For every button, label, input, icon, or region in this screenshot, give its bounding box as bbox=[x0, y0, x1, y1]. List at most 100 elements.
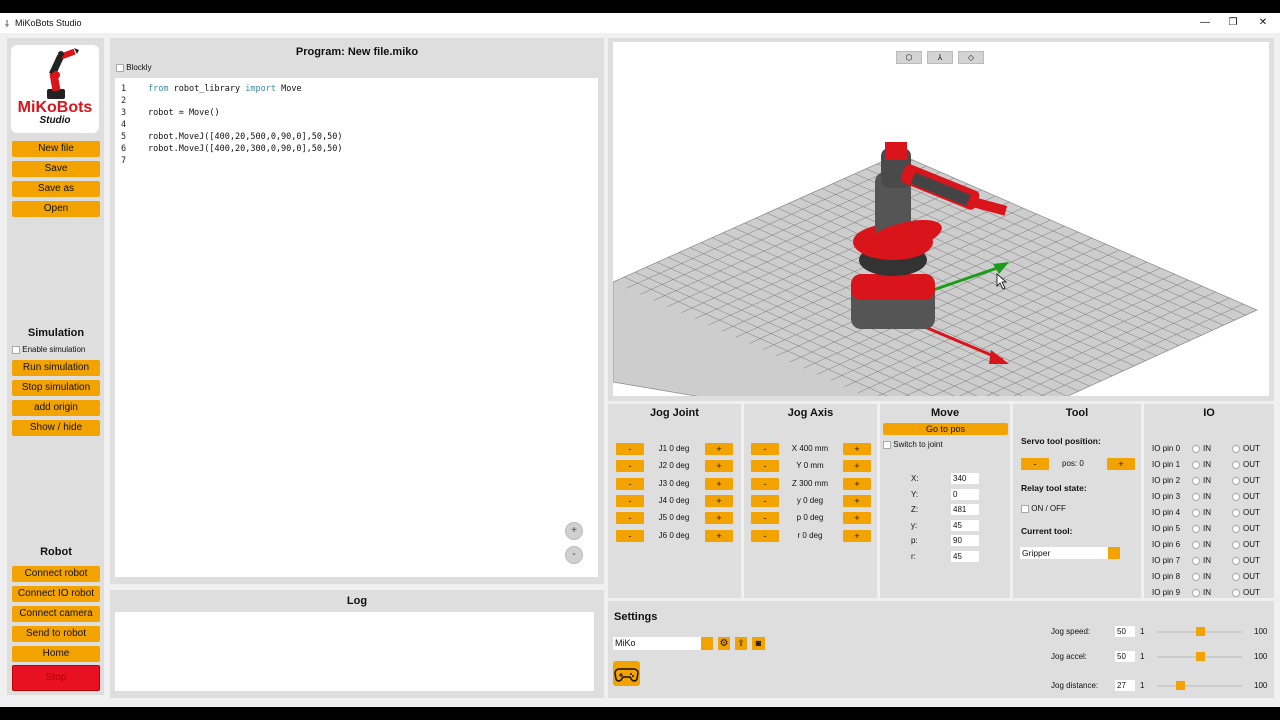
stop-simulation-button[interactable]: Stop simulation bbox=[12, 380, 100, 396]
joint-1-plus-button[interactable]: + bbox=[705, 443, 733, 455]
io-in-radio[interactable] bbox=[1192, 524, 1200, 533]
blockly-checkbox[interactable] bbox=[116, 63, 124, 72]
io-out-radio[interactable] bbox=[1232, 476, 1240, 485]
move-field-input[interactable]: 0 bbox=[951, 488, 979, 500]
io-in-radio[interactable] bbox=[1192, 492, 1200, 501]
switch-to-joint-row[interactable]: Switch to joint bbox=[883, 440, 943, 449]
close-button[interactable]: ✕ bbox=[1248, 13, 1278, 33]
axis-0-minus-button[interactable]: - bbox=[751, 443, 779, 455]
go-to-pos-button[interactable]: Go to pos bbox=[883, 423, 1008, 435]
maximize-button[interactable]: ❐ bbox=[1218, 13, 1248, 33]
open-button[interactable]: Open bbox=[12, 201, 100, 217]
joint-1-minus-button[interactable]: - bbox=[616, 443, 644, 455]
io-out-radio[interactable] bbox=[1232, 508, 1240, 517]
enable-simulation-row[interactable]: Enable simulation bbox=[12, 345, 85, 354]
slider-value-input[interactable]: 50 bbox=[1115, 651, 1135, 662]
io-out-radio[interactable] bbox=[1232, 540, 1240, 549]
code-editor[interactable]: 1 from robot_library import Move 2 3 robot =… bbox=[115, 78, 598, 577]
slider-value-input[interactable]: 27 bbox=[1115, 680, 1135, 691]
minimize-button[interactable]: — bbox=[1190, 13, 1220, 33]
upload-icon[interactable]: ⇪ bbox=[735, 637, 747, 650]
io-out-radio[interactable] bbox=[1232, 460, 1240, 469]
io-out-radio[interactable] bbox=[1232, 492, 1240, 501]
axis-1-plus-button[interactable]: + bbox=[843, 460, 871, 473]
slider-track[interactable] bbox=[1157, 652, 1242, 661]
io-in-radio[interactable] bbox=[1192, 540, 1200, 549]
move-field-input[interactable]: 45 bbox=[951, 519, 979, 531]
move-field-input[interactable]: 45 bbox=[951, 550, 979, 562]
gear-icon[interactable]: ⚙ bbox=[718, 637, 730, 650]
io-out-radio[interactable] bbox=[1232, 588, 1240, 597]
save-as-button[interactable]: Save as bbox=[12, 181, 100, 197]
move-field-input[interactable]: 481 bbox=[951, 504, 979, 515]
chevron-down-icon[interactable] bbox=[1108, 547, 1120, 559]
io-in-radio[interactable] bbox=[1192, 556, 1200, 565]
home-button[interactable]: Home bbox=[12, 646, 100, 662]
blockly-row[interactable]: Blockly bbox=[116, 63, 152, 72]
show-hide-button[interactable]: Show / hide bbox=[12, 420, 100, 436]
move-field-input[interactable]: 340 bbox=[951, 473, 979, 484]
stop-button[interactable]: Stop bbox=[12, 665, 100, 691]
axis-4-plus-button[interactable]: + bbox=[843, 512, 871, 525]
code-text: robot.MoveJ([400,20,500,0,90,0],50,50) bbox=[148, 132, 343, 142]
io-in-radio[interactable] bbox=[1192, 508, 1200, 517]
axis-3-plus-button[interactable]: + bbox=[843, 494, 871, 507]
slider-knob[interactable] bbox=[1175, 681, 1185, 690]
camera-icon[interactable]: ◙ bbox=[752, 637, 765, 650]
io-out-radio[interactable] bbox=[1232, 444, 1240, 453]
joint-4-minus-button[interactable]: - bbox=[616, 494, 644, 507]
switch-to-joint-checkbox[interactable] bbox=[883, 440, 891, 449]
joint-6-minus-button[interactable]: - bbox=[616, 529, 644, 542]
io-in-radio[interactable] bbox=[1192, 460, 1200, 469]
slider-value-input[interactable]: 50 bbox=[1115, 626, 1135, 637]
add-origin-button[interactable]: add origin bbox=[12, 400, 100, 416]
connect-robot-button[interactable]: Connect robot bbox=[12, 566, 100, 582]
send-to-robot-button[interactable]: Send to robot bbox=[12, 626, 100, 642]
slider-knob[interactable] bbox=[1195, 652, 1205, 661]
io-out-radio[interactable] bbox=[1232, 524, 1240, 533]
slider-track[interactable] bbox=[1157, 681, 1242, 690]
axis-5-plus-button[interactable]: + bbox=[843, 529, 871, 542]
joint-5-plus-button[interactable]: + bbox=[705, 512, 733, 525]
joint-3-minus-button[interactable]: - bbox=[616, 477, 644, 490]
servo-minus-button[interactable]: - bbox=[1021, 458, 1049, 470]
save-button[interactable]: Save bbox=[12, 161, 100, 177]
robot-name-select[interactable]: MiKo bbox=[613, 637, 701, 650]
axis-5-minus-button[interactable]: - bbox=[751, 529, 779, 542]
joint-5-minus-button[interactable]: - bbox=[616, 512, 644, 525]
axis-4-minus-button[interactable]: - bbox=[751, 512, 779, 525]
axis-2-plus-button[interactable]: + bbox=[843, 477, 871, 490]
io-in-radio[interactable] bbox=[1192, 572, 1200, 581]
servo-plus-button[interactable]: + bbox=[1107, 458, 1135, 470]
joint-3-plus-button[interactable]: + bbox=[705, 477, 733, 490]
gamepad-icon[interactable] bbox=[613, 661, 640, 686]
enable-simulation-checkbox[interactable] bbox=[12, 345, 20, 354]
zoom-in-button[interactable]: + bbox=[565, 522, 583, 540]
axis-1-minus-button[interactable]: - bbox=[751, 460, 779, 473]
slider-track[interactable] bbox=[1157, 627, 1242, 636]
relay-onoff-checkbox[interactable] bbox=[1021, 504, 1029, 513]
run-simulation-button[interactable]: Run simulation bbox=[12, 360, 100, 376]
axis-2-minus-button[interactable]: - bbox=[751, 477, 779, 490]
move-field-input[interactable]: 90 bbox=[951, 535, 979, 546]
zoom-out-button[interactable]: - bbox=[565, 546, 583, 564]
joint-4-plus-button[interactable]: + bbox=[705, 494, 733, 507]
joint-2-minus-button[interactable]: - bbox=[616, 460, 644, 473]
joint-2-plus-button[interactable]: + bbox=[705, 460, 733, 473]
connect-camera-button[interactable]: Connect camera bbox=[12, 606, 100, 622]
robot-select-dropdown-icon[interactable] bbox=[701, 637, 713, 650]
axis-0-plus-button[interactable]: + bbox=[843, 443, 871, 455]
io-out-radio[interactable] bbox=[1232, 556, 1240, 565]
io-in-radio[interactable] bbox=[1192, 476, 1200, 485]
io-in-radio[interactable] bbox=[1192, 588, 1200, 597]
current-tool-select[interactable]: Gripper bbox=[1020, 547, 1108, 559]
3d-viewer[interactable]: ⬡ ⅄ ◇ bbox=[613, 42, 1269, 396]
connect-io-robot-button[interactable]: Connect IO robot bbox=[12, 586, 100, 602]
io-out-radio[interactable] bbox=[1232, 572, 1240, 581]
axis-3-minus-button[interactable]: - bbox=[751, 494, 779, 507]
joint-6-plus-button[interactable]: + bbox=[705, 529, 733, 542]
new-file-button[interactable]: New file bbox=[12, 141, 100, 157]
io-in-radio[interactable] bbox=[1192, 444, 1200, 453]
slider-knob[interactable] bbox=[1195, 627, 1205, 636]
relay-onoff-row[interactable]: ON / OFF bbox=[1021, 504, 1066, 513]
